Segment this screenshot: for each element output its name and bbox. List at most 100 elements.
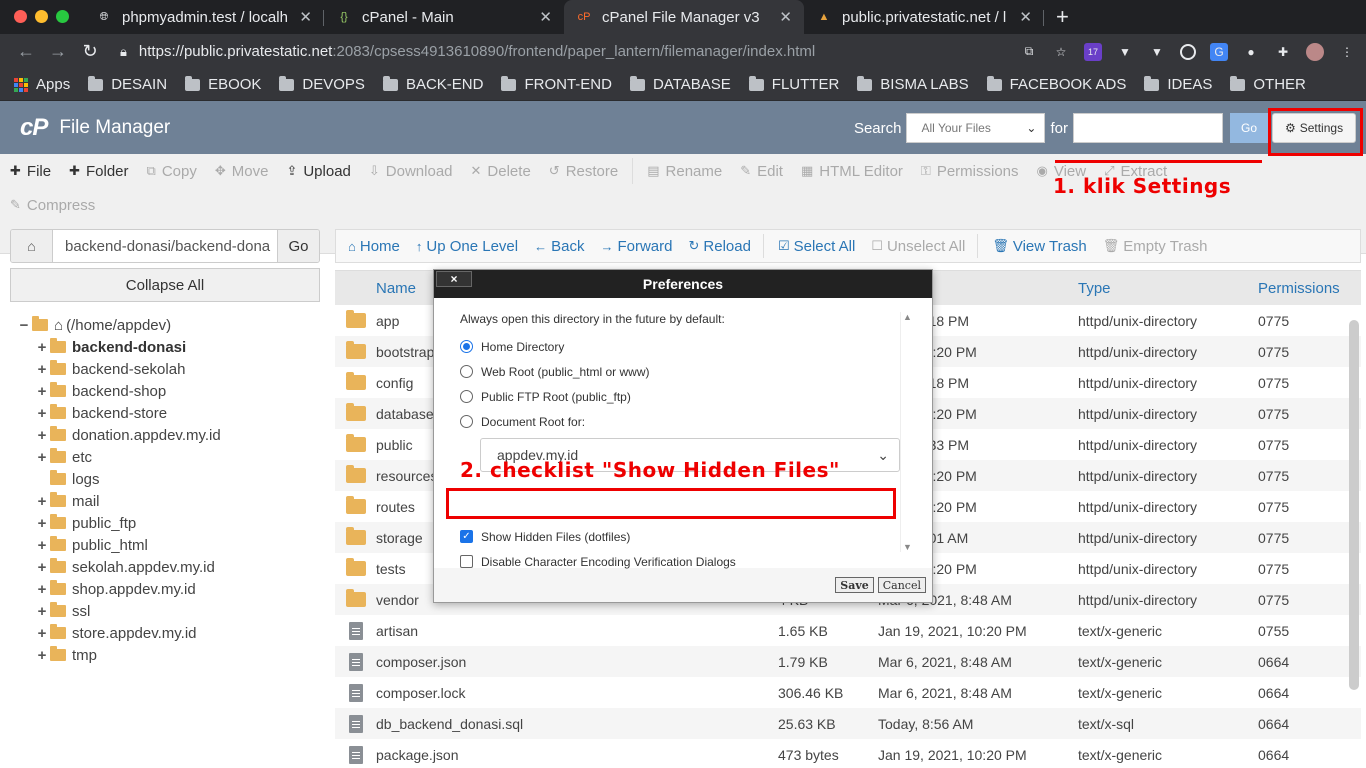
tree-item[interactable]: + public_ftp	[10, 512, 320, 534]
select-all-button[interactable]: ☑ Select All	[778, 238, 855, 255]
minimize-window-button[interactable]	[35, 10, 48, 23]
close-icon[interactable]: ✕	[1019, 8, 1032, 26]
browser-tab[interactable]: cP cPanel File Manager v3 ✕	[564, 0, 804, 34]
radio-button[interactable]	[460, 340, 473, 353]
table-row[interactable]: package.json 473 bytes Jan 19, 2021, 10:20…	[335, 739, 1361, 768]
empty-trash-button[interactable]: 🗑︎ Empty Trash	[1103, 238, 1208, 255]
bookmark-item[interactable]: DATABASE	[629, 75, 731, 93]
checkbox-option[interactable]: ✓ Show Hidden Files (dotfiles)	[460, 524, 906, 549]
tree-item[interactable]: + tmp	[10, 644, 320, 666]
search-scope-select[interactable]: All Your Files ⌄	[906, 113, 1046, 143]
plus-icon[interactable]: +	[36, 581, 48, 598]
chrome-ext-icon[interactable]	[1180, 43, 1196, 60]
back-button[interactable]: ← Back	[534, 238, 584, 255]
checkbox[interactable]	[460, 555, 473, 568]
folder-button[interactable]: ✚ Folder	[69, 163, 128, 180]
copy-button[interactable]: ⧉ Copy	[147, 163, 197, 180]
tree-item[interactable]: + shop.appdev.my.id	[10, 578, 320, 600]
bookmark-item[interactable]: Apps	[14, 76, 70, 93]
search-input[interactable]	[1073, 113, 1223, 143]
close-icon[interactable]: ✕	[539, 8, 552, 26]
table-row[interactable]: db_backend_donasi.sql 25.63 KB Today, 8:56…	[335, 708, 1361, 739]
tree-item[interactable]: + backend-donasi	[10, 336, 320, 358]
star-icon[interactable]: ☆	[1052, 43, 1070, 61]
close-window-button[interactable]	[14, 10, 27, 23]
table-row[interactable]: artisan 1.65 KB Jan 19, 2021, 10:20 PM text…	[335, 615, 1361, 646]
url-field[interactable]: 🔒︎ https://public.privatestatic.net :208…	[120, 43, 1010, 60]
collapse-all-button[interactable]: Collapse All	[10, 268, 320, 302]
radio-option[interactable]: Public FTP Root (public_ftp)	[460, 384, 906, 409]
plus-icon[interactable]: +	[36, 339, 48, 356]
tree-item[interactable]: + donation.appdev.my.id	[10, 424, 320, 446]
home-button[interactable]: ⌂ Home	[348, 238, 400, 255]
dialog-scrollbar[interactable]: ▲ ▼	[900, 312, 914, 552]
tree-item[interactable]: + public_html	[10, 534, 320, 556]
plus-icon[interactable]: +	[36, 603, 48, 620]
radio-option[interactable]: Document Root for:	[460, 409, 906, 434]
table-row[interactable]: composer.json 1.79 KB Mar 6, 2021, 8:48 AM…	[335, 646, 1361, 677]
file-button[interactable]: ✚ File	[10, 163, 51, 180]
plus-icon[interactable]: +	[36, 515, 48, 532]
vue-devtools-icon[interactable]: ▼	[1116, 43, 1134, 61]
tree-item[interactable]: + sekolah.appdev.my.id	[10, 556, 320, 578]
close-icon[interactable]: ×	[436, 271, 472, 287]
column-permissions[interactable]: Permissions	[1258, 280, 1348, 297]
radio-option[interactable]: Home Directory	[460, 334, 906, 359]
edit-button[interactable]: ✎ Edit	[740, 163, 783, 180]
move-button[interactable]: ✥ Move	[215, 163, 269, 180]
bookmark-item[interactable]: BACK-END	[382, 75, 483, 93]
browser-tab[interactable]: 🌐︎ phpmyadmin.test / localh ✕	[84, 0, 324, 34]
home-icon[interactable]: ⌂	[11, 230, 53, 262]
scroll-up-icon[interactable]: ▲	[903, 312, 912, 322]
reload-icon[interactable]: ↻	[74, 41, 106, 62]
maximize-window-button[interactable]	[56, 10, 69, 23]
minus-icon[interactable]: −	[18, 317, 30, 334]
table-row[interactable]: composer.lock 306.46 KB Mar 6, 2021, 8:48 …	[335, 677, 1361, 708]
search-go-button[interactable]: Go	[1230, 113, 1268, 143]
compress-button[interactable]: ✎ Compress	[10, 197, 95, 214]
bookmark-item[interactable]: DESAIN	[88, 75, 167, 93]
save-button[interactable]: Save	[835, 577, 874, 593]
rename-button[interactable]: ▤ Rename	[647, 163, 722, 180]
puzzle-icon[interactable]: ✚	[1274, 43, 1292, 61]
tree-item[interactable]: + etc	[10, 446, 320, 468]
new-tab-button[interactable]: +	[1044, 4, 1079, 34]
extension-badge-icon[interactable]: 17	[1084, 42, 1102, 61]
plus-icon[interactable]: +	[36, 383, 48, 400]
column-type[interactable]: Type	[1078, 280, 1258, 297]
bookmark-item[interactable]: BISMA LABS	[857, 75, 969, 93]
tree-item[interactable]: + backend-shop	[10, 380, 320, 402]
bookmark-item[interactable]: IDEAS	[1144, 75, 1212, 93]
vue-devtools-alt-icon[interactable]: ▼	[1148, 43, 1166, 61]
path-input[interactable]: backend-donasi/backend-dona	[53, 230, 277, 262]
plus-icon[interactable]: +	[36, 449, 48, 466]
forward-icon[interactable]: →	[42, 41, 74, 62]
forward-button[interactable]: → Forward	[600, 238, 672, 255]
menu-dots-icon[interactable]: ⋮	[1338, 43, 1356, 61]
tree-item[interactable]: logs	[10, 468, 320, 490]
upload-button[interactable]: ⇪ Upload	[286, 163, 350, 180]
bookmark-item[interactable]: FACEBOOK ADS	[986, 75, 1126, 93]
browser-tab[interactable]: {} cPanel - Main ✕	[324, 0, 564, 34]
scroll-down-icon[interactable]: ▼	[903, 542, 912, 552]
restore-button[interactable]: ↺ Restore	[549, 163, 618, 180]
translate-icon[interactable]: ⧉	[1020, 43, 1038, 61]
plus-icon[interactable]: +	[36, 427, 48, 444]
table-scrollbar[interactable]	[1349, 320, 1359, 690]
tree-item[interactable]: + backend-sekolah	[10, 358, 320, 380]
radio-button[interactable]	[460, 415, 473, 428]
plus-icon[interactable]: +	[36, 647, 48, 664]
radio-button[interactable]	[460, 390, 473, 403]
bookmark-item[interactable]: FLUTTER	[748, 75, 839, 93]
plus-icon[interactable]: +	[36, 625, 48, 642]
unselect-all-button[interactable]: ☐ Unselect All	[871, 238, 965, 255]
checkbox[interactable]: ✓	[460, 530, 473, 543]
reload-button[interactable]: ↻ Reload	[688, 238, 750, 255]
cpanel-logo[interactable]: cP	[20, 114, 48, 142]
tree-item[interactable]: + backend-store	[10, 402, 320, 424]
tree-item[interactable]: + mail	[10, 490, 320, 512]
html-editor-button[interactable]: ▦ HTML Editor	[801, 163, 903, 180]
delete-button[interactable]: ✕ Delete	[471, 163, 531, 180]
close-icon[interactable]: ✕	[779, 8, 792, 26]
plus-icon[interactable]: +	[36, 559, 48, 576]
